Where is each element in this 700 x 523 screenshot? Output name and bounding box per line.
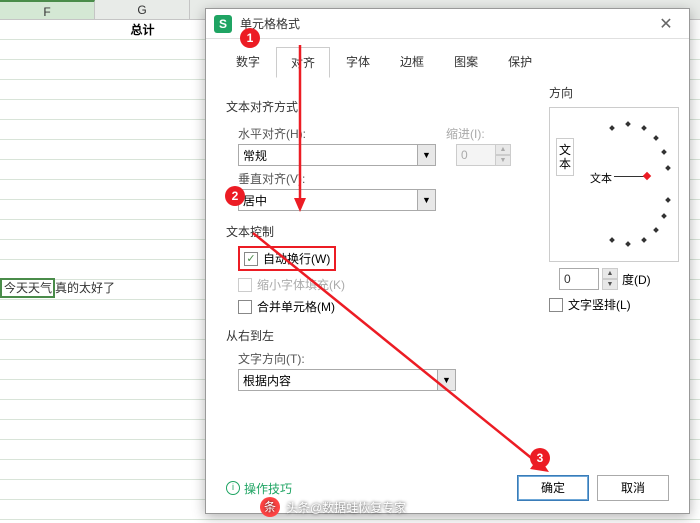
spin-down-icon: ▼ xyxy=(495,155,511,166)
tab-font[interactable]: 字体 xyxy=(332,47,384,78)
h-align-combo[interactable]: 常规 ▼ xyxy=(238,144,436,166)
cell-format-dialog: S 单元格格式 ✕ 数字 对齐 字体 边框 图案 保护 文本对齐方式 水平对齐(… xyxy=(205,8,690,514)
tab-protect[interactable]: 保护 xyxy=(494,47,546,78)
indent-label: 缩进(I): xyxy=(446,125,511,142)
direction-text-label: 文本 xyxy=(590,170,612,186)
degree-spinner[interactable]: 0 xyxy=(559,268,599,290)
cancel-button[interactable]: 取消 xyxy=(597,475,669,501)
direction-box[interactable]: 文本 文本 xyxy=(549,107,679,262)
dialog-body: 文本对齐方式 水平对齐(H): 常规 ▼ 缩进(I): 0 ▲▼ xyxy=(206,78,689,405)
tab-number[interactable]: 数字 xyxy=(222,47,274,78)
col-header-f[interactable]: F xyxy=(0,0,95,19)
v-align-combo[interactable]: 居中 ▼ xyxy=(238,189,516,211)
direction-panel: 方向 文本 文本 xyxy=(549,78,689,318)
tips-link[interactable]: i 操作技巧 xyxy=(226,480,292,497)
tab-pattern[interactable]: 图案 xyxy=(440,47,492,78)
dialog-tabs: 数字 对齐 字体 边框 图案 保护 xyxy=(206,39,689,78)
rtl-section-label: 从右到左 xyxy=(226,327,516,344)
shrink-checkbox xyxy=(238,278,252,292)
close-icon[interactable]: ✕ xyxy=(651,14,681,34)
cell-total[interactable]: 总计 xyxy=(95,20,190,40)
merge-checkbox[interactable] xyxy=(238,300,252,314)
cell-overflow-text: 真的太好了 xyxy=(55,279,115,297)
app-icon: S xyxy=(214,15,232,33)
chevron-down-icon[interactable]: ▼ xyxy=(418,189,436,211)
control-section-label: 文本控制 xyxy=(226,223,516,240)
vertical-label: 文字竖排(L) xyxy=(568,296,631,313)
wrap-label: 自动换行(W) xyxy=(263,250,330,267)
annotation-badge-2: 2 xyxy=(225,186,245,206)
annotation-badge-3: 3 xyxy=(530,448,550,468)
spin-up-icon: ▲ xyxy=(495,144,511,155)
info-icon: i xyxy=(226,481,240,495)
shrink-label: 缩小字体填充(K) xyxy=(257,276,345,293)
active-cell[interactable]: 今天天气 xyxy=(0,278,55,298)
degree-label: 度(D) xyxy=(622,271,651,288)
tab-alignment[interactable]: 对齐 xyxy=(276,47,330,78)
col-header-g[interactable]: G xyxy=(95,0,190,19)
annotation-badge-1: 1 xyxy=(240,28,260,48)
dialog-titlebar: S 单元格格式 ✕ xyxy=(206,9,689,39)
text-dir-combo[interactable]: 根据内容 ▼ xyxy=(238,369,516,391)
vertical-checkbox[interactable] xyxy=(549,298,563,312)
align-section-label: 文本对齐方式 xyxy=(226,98,516,115)
ok-button[interactable]: 确定 xyxy=(517,475,589,501)
spin-down-icon[interactable]: ▼ xyxy=(602,279,618,290)
chevron-down-icon[interactable]: ▼ xyxy=(418,144,436,166)
tab-border[interactable]: 边框 xyxy=(386,47,438,78)
h-align-label: 水平对齐(H): xyxy=(238,125,436,142)
wrap-checkbox[interactable]: ✓ xyxy=(244,252,258,266)
chevron-down-icon[interactable]: ▼ xyxy=(438,369,456,391)
v-align-label: 垂直对齐(V): xyxy=(238,170,516,187)
wrap-highlight: ✓ 自动换行(W) xyxy=(238,246,336,271)
direction-section-label: 方向 xyxy=(549,84,689,101)
merge-label: 合并单元格(M) xyxy=(257,298,335,315)
spin-up-icon[interactable]: ▲ xyxy=(602,268,618,279)
indent-spinner: 0 xyxy=(456,144,496,166)
dialog-title: 单元格格式 xyxy=(240,15,651,32)
direction-line xyxy=(614,176,644,177)
text-dir-label: 文字方向(T): xyxy=(238,350,516,367)
vertical-text-sample[interactable]: 文本 xyxy=(556,138,574,176)
watermark-icon: 条 xyxy=(260,497,280,517)
watermark: 条 头条@数据蛙恢复专家 xyxy=(260,497,406,517)
